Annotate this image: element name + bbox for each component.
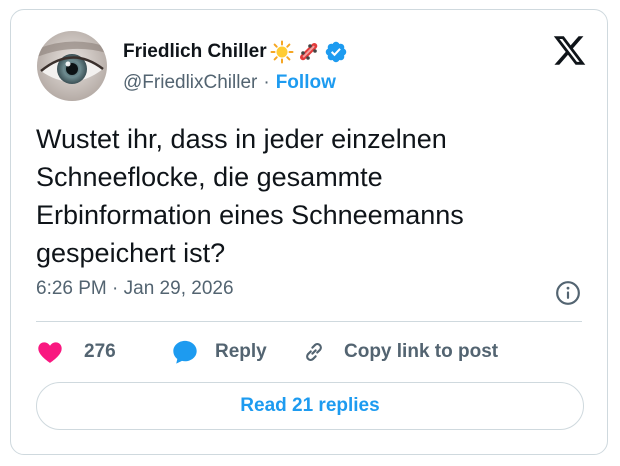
author-handle[interactable]: @FriedlixChiller	[123, 72, 257, 94]
divider	[36, 321, 582, 322]
avatar[interactable]	[37, 31, 107, 101]
tweet-embed-card: Friedlich Chiller @FriedlixChiller · Fol…	[10, 9, 608, 455]
read-replies-button[interactable]: Read 21 replies	[36, 382, 584, 430]
tweet-text: Wustet ihr, dass in jeder einzelnen Schn…	[36, 124, 464, 268]
info-icon[interactable]	[555, 280, 581, 306]
skateboard-emoji-icon	[299, 42, 317, 61]
reply-button[interactable]: Reply	[171, 336, 267, 368]
like-count: 276	[84, 341, 116, 362]
author-name-row: Friedlich Chiller	[123, 39, 348, 65]
read-replies-label: Read 21 replies	[240, 395, 380, 416]
action-bar: 276 Reply Copy link to post	[36, 336, 582, 368]
reply-label: Reply	[215, 341, 267, 362]
author-handle-row: @FriedlixChiller · Follow	[123, 71, 336, 95]
sun-emoji-icon	[270, 40, 294, 64]
copy-link-button[interactable]: Copy link to post	[301, 336, 498, 368]
copy-link-label: Copy link to post	[344, 341, 499, 362]
separator-dot: ·	[263, 72, 270, 93]
tweet-timestamp[interactable]: 6:26 PM · Jan 29, 2026	[36, 278, 234, 300]
verified-badge-icon	[325, 41, 346, 63]
reply-bubble-icon	[173, 340, 197, 364]
link-icon	[306, 343, 322, 361]
like-button[interactable]: 276	[36, 336, 116, 368]
heart-icon	[38, 342, 62, 363]
author-display-name[interactable]: Friedlich Chiller	[123, 41, 267, 63]
avatar-eye-image	[37, 31, 107, 101]
follow-button[interactable]: Follow	[276, 72, 336, 94]
x-logo-icon[interactable]	[552, 33, 587, 68]
